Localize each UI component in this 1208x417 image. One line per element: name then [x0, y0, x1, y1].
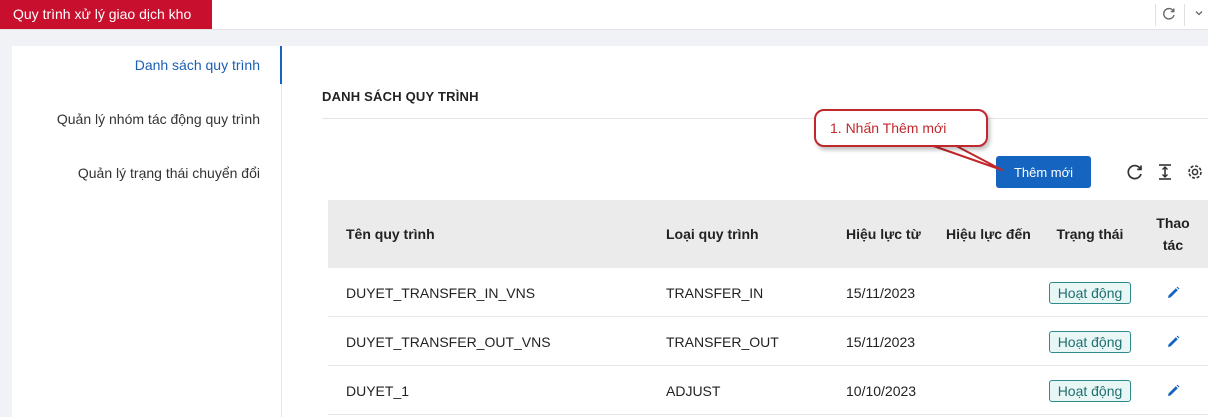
cell-actions [1146, 268, 1200, 317]
edit-icon[interactable] [1165, 334, 1181, 350]
table-row[interactable]: DUYET_TRANSFER_IN_VNS TRANSFER_IN 15/11/… [328, 268, 1208, 317]
divider [322, 118, 1208, 119]
settings-icon[interactable] [1185, 162, 1205, 182]
process-table: Tên quy trình Loại quy trình Hiệu lực từ… [328, 200, 1208, 415]
cell-valid-from: 10/10/2023 [846, 382, 917, 399]
chevron-down-icon[interactable] [1190, 6, 1208, 24]
edit-icon[interactable] [1165, 285, 1181, 301]
table-row[interactable]: DUYET_1 ADJUST 10/10/2023 Hoạt động [328, 366, 1208, 415]
cell-name: DUYET_TRANSFER_IN_VNS [346, 284, 536, 301]
cell-actions [1146, 317, 1200, 366]
refresh-icon[interactable] [1160, 6, 1178, 24]
edit-icon[interactable] [1165, 383, 1181, 399]
page-title: DANH SÁCH QUY TRÌNH [322, 89, 479, 104]
cell-status: Hoạt động [1040, 366, 1140, 415]
cell-type: TRANSFER_IN [666, 284, 764, 301]
column-header-valid-to[interactable]: Hiệu lực đến [946, 200, 1032, 268]
status-badge: Hoạt động [1048, 281, 1132, 304]
sidebar-item-process-list[interactable]: Danh sách quy trình [135, 57, 260, 73]
sidebar-item-impact-groups[interactable]: Quản lý nhóm tác động quy trình [57, 111, 260, 127]
column-height-glyph [1159, 164, 1171, 180]
column-height-icon[interactable] [1155, 162, 1175, 182]
status-badge: Hoạt động [1048, 379, 1132, 402]
cell-name: DUYET_1 [346, 382, 410, 399]
annotation-text: 1. Nhấn Thêm mới [830, 120, 947, 136]
chevron-down-glyph [1195, 11, 1203, 16]
settings-glyph [1188, 165, 1202, 179]
cell-valid-from: 15/11/2023 [846, 284, 916, 301]
sidebar-item-status-transitions[interactable]: Quản lý trạng thái chuyển đổi [78, 165, 260, 181]
divider [1184, 4, 1185, 26]
column-header-name[interactable]: Tên quy trình [346, 200, 646, 268]
divider [1155, 4, 1156, 26]
tab-active[interactable]: Quy trình xử lý giao dịch kho [0, 0, 212, 29]
column-header-actions: Thao tác [1156, 215, 1190, 253]
annotation-callout: 1. Nhấn Thêm mới [814, 109, 988, 147]
cell-type: TRANSFER_OUT [666, 333, 779, 350]
cell-status: Hoạt động [1040, 268, 1140, 317]
status-badge: Hoạt động [1048, 330, 1132, 353]
sidebar: Danh sách quy trình Quản lý nhóm tác độn… [12, 46, 282, 417]
refresh-icon-glyph [1163, 7, 1175, 20]
refresh-icon-glyph [1127, 164, 1142, 180]
top-tab-bar: Quy trình xử lý giao dịch kho [0, 0, 1208, 30]
column-header-valid-from[interactable]: Hiệu lực từ [846, 200, 938, 268]
refresh-icon[interactable] [1125, 162, 1145, 182]
table-header: Tên quy trình Loại quy trình Hiệu lực từ… [328, 200, 1208, 268]
cell-name: DUYET_TRANSFER_OUT_VNS [346, 333, 551, 350]
cell-actions [1146, 366, 1200, 415]
cell-status: Hoạt động [1040, 317, 1140, 366]
main-panel: DANH SÁCH QUY TRÌNH Thêm mới Tên quy trì… [282, 46, 1208, 417]
cell-type: ADJUST [666, 382, 721, 399]
column-header-type[interactable]: Loại quy trình [666, 200, 826, 268]
add-new-button[interactable]: Thêm mới [996, 156, 1091, 188]
column-header-status[interactable]: Trạng thái [1040, 200, 1140, 268]
table-row[interactable]: DUYET_TRANSFER_OUT_VNS TRANSFER_OUT 15/1… [328, 317, 1208, 366]
cell-valid-from: 15/11/2023 [846, 333, 916, 350]
